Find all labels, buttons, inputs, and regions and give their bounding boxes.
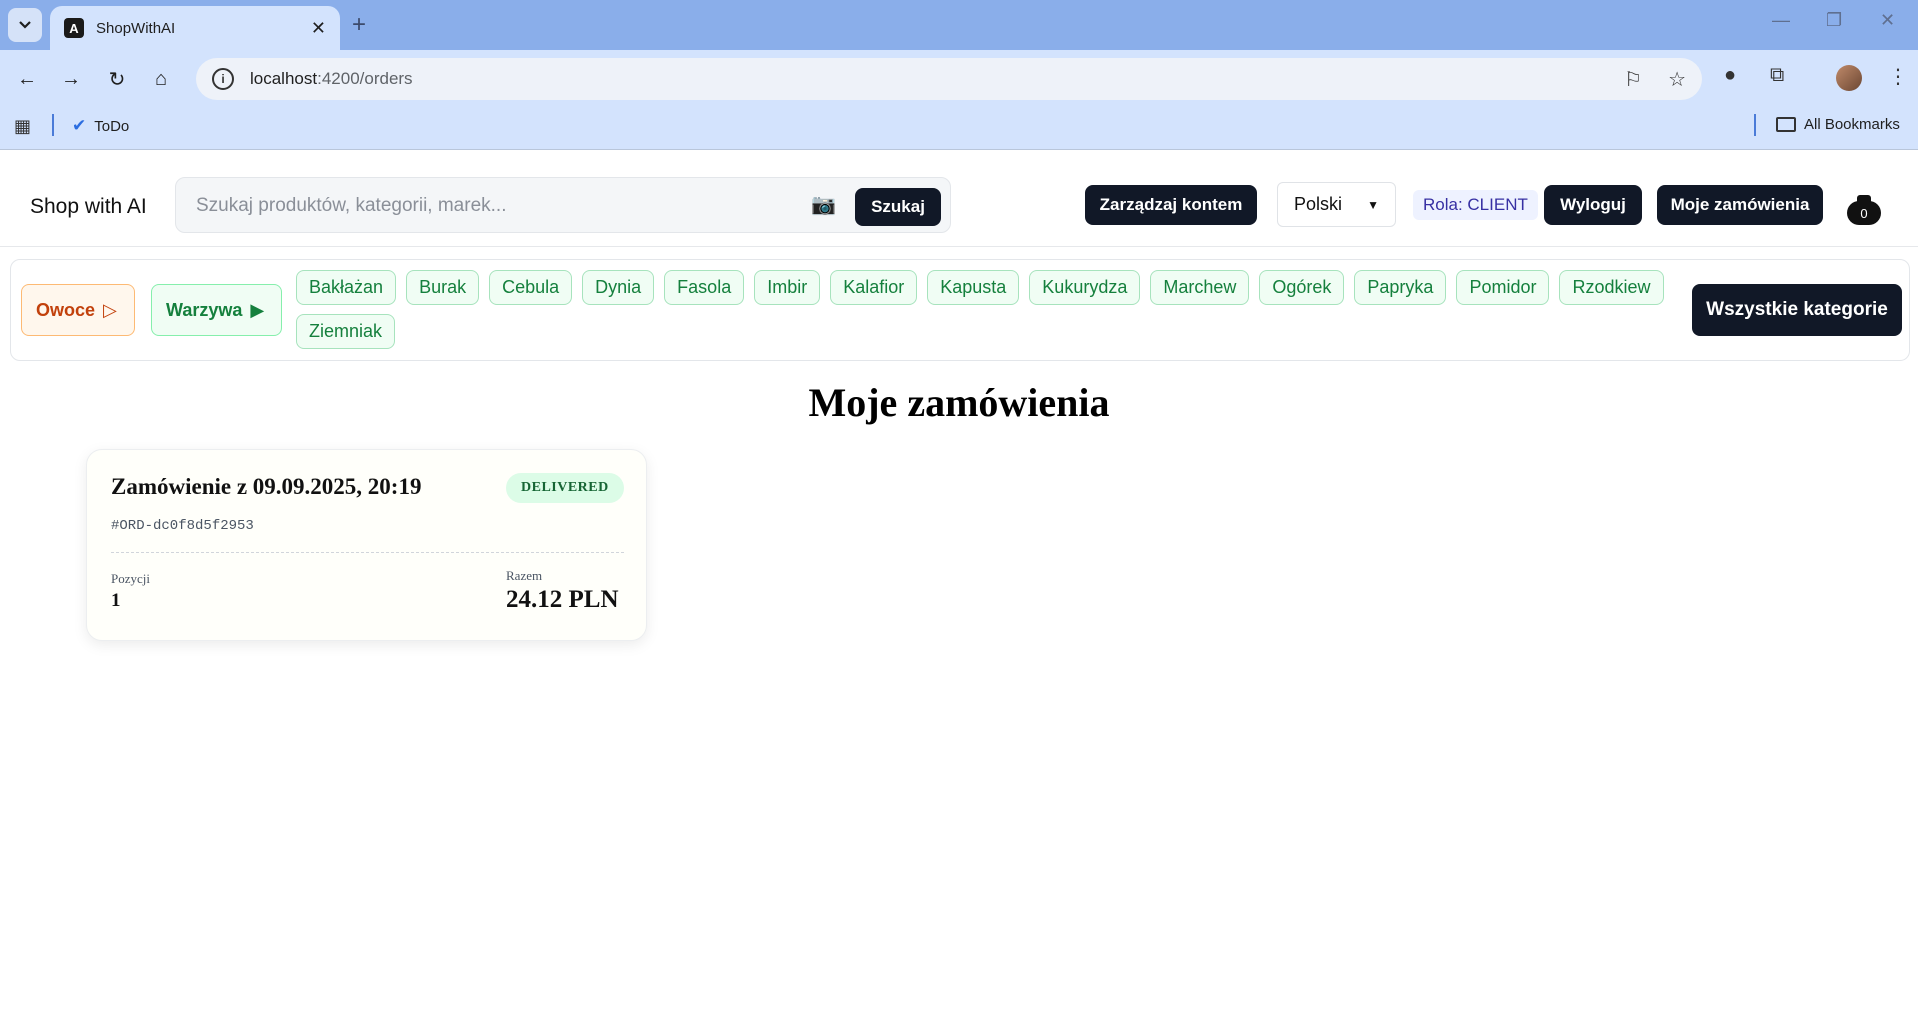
check-icon: ✔ — [72, 116, 87, 135]
category-owoce[interactable]: Owoce ▷ — [21, 284, 135, 336]
play-icon: ▶ — [250, 299, 265, 320]
cart-count-badge: 0 — [1847, 201, 1881, 225]
total-value: 24.12 PLN — [506, 586, 619, 613]
window-close-icon[interactable]: ✕ — [1880, 10, 1895, 31]
chevron-down-icon — [19, 21, 31, 29]
search-bar: 📷 Szukaj — [175, 177, 951, 233]
divider — [111, 552, 624, 553]
subcategory-chip[interactable]: Papryka — [1354, 270, 1447, 305]
all-bookmarks[interactable]: All Bookmarks — [1776, 116, 1900, 133]
items-value: 1 — [111, 590, 121, 611]
order-card[interactable]: Zamówienie z 09.09.2025, 20:19 DELIVERED… — [86, 449, 647, 641]
brand-logo[interactable]: Shop with AI — [30, 195, 147, 219]
subcategory-chip[interactable]: Kukurydza — [1029, 270, 1141, 305]
page: Shop with AI 📷 Szukaj Zarządzaj kontem P… — [0, 151, 1918, 1017]
angular-icon: A — [64, 18, 84, 38]
my-orders-button[interactable]: Moje zamówienia — [1657, 185, 1823, 225]
restore-icon[interactable]: ❐ — [1826, 10, 1842, 31]
translate-icon[interactable]: ⚐ — [1624, 67, 1642, 92]
category-label: Owoce — [36, 299, 96, 320]
tab-title: ShopWithAI — [96, 19, 176, 37]
category-label: Warzywa — [166, 299, 243, 320]
subcategory-chip[interactable]: Dynia — [582, 270, 655, 305]
caret-down-icon: ▼ — [1367, 197, 1379, 212]
manage-account-button[interactable]: Zarządzaj kontem — [1085, 185, 1257, 225]
order-id: #ORD-dc0f8d5f2953 — [111, 518, 254, 534]
subcategory-chip[interactable]: Ziemniak — [296, 314, 396, 349]
home-icon[interactable]: ⌂ — [146, 64, 176, 94]
menu-icon[interactable]: ⋮ — [1888, 64, 1908, 89]
total-label: Razem — [506, 568, 543, 583]
subcategory-chip[interactable]: Imbir — [754, 270, 821, 305]
subcategory-chip[interactable]: Kalafior — [830, 270, 918, 305]
subcategory-chip[interactable]: Ogórek — [1259, 270, 1345, 305]
order-title: Zamówienie z 09.09.2025, 20:19 — [111, 474, 422, 499]
language-select[interactable]: Polski ▼ — [1277, 182, 1396, 227]
subcategory-chip[interactable]: Marchew — [1150, 270, 1250, 305]
bookmark-separator — [52, 114, 54, 136]
folder-icon — [1776, 117, 1796, 132]
category-warzywa[interactable]: Warzywa ▶ — [151, 284, 282, 336]
all-categories-button[interactable]: Wszystkie kategorie — [1692, 284, 1902, 336]
items-label: Pozycji — [111, 571, 150, 586]
address-bar[interactable]: i localhost:4200/orders ⚐ ☆ — [196, 58, 1702, 100]
language-value: Polski — [1294, 194, 1343, 214]
apps-grid-icon[interactable]: ▦ — [14, 116, 31, 137]
bookmark-separator — [1754, 114, 1756, 136]
site-info-icon[interactable]: i — [212, 68, 234, 90]
subcategory-chip[interactable]: Burak — [406, 270, 480, 305]
minimize-icon[interactable]: — — [1772, 10, 1790, 31]
category-bar: Owoce ▷ Warzywa ▶ Bakłażan Burak Cebula … — [10, 259, 1910, 361]
logout-button[interactable]: Wyloguj — [1544, 185, 1642, 225]
subcategory-chip[interactable]: Rzodkiew — [1559, 270, 1664, 305]
profile-avatar[interactable] — [1836, 65, 1862, 91]
bookmark-todo[interactable]: ✔ ToDo — [72, 116, 129, 136]
extensions-icon[interactable]: ⧉ — [1770, 64, 1784, 87]
subcategory-chip[interactable]: Cebula — [489, 270, 573, 305]
new-tab-icon[interactable]: + — [352, 11, 366, 39]
subcategory-chip[interactable]: Kapusta — [927, 270, 1020, 305]
bookmark-label: ToDo — [94, 117, 130, 135]
role-badge: Rola: CLIENT — [1413, 190, 1538, 220]
page-title: Moje zamówienia — [808, 380, 1110, 425]
extension-planet-icon[interactable]: ● — [1724, 64, 1736, 87]
star-icon[interactable]: ☆ — [1668, 67, 1686, 92]
url-text: localhost:4200/orders — [250, 69, 413, 88]
close-icon[interactable]: ✕ — [311, 18, 326, 39]
play-outline-icon: ▷ — [103, 299, 117, 320]
camera-icon[interactable]: 📷 — [811, 192, 836, 217]
status-badge: DELIVERED — [506, 473, 624, 503]
back-icon[interactable]: ← — [12, 64, 42, 94]
site-header: Shop with AI 📷 Szukaj Zarządzaj kontem P… — [0, 151, 1918, 247]
all-bookmarks-label: All Bookmarks — [1804, 116, 1900, 133]
reload-icon[interactable]: ↻ — [102, 64, 132, 94]
subcategory-chip[interactable]: Fasola — [664, 270, 745, 305]
browser-tab[interactable]: A ShopWithAI ✕ — [50, 6, 340, 50]
forward-icon[interactable]: → — [56, 64, 86, 94]
cart-button[interactable]: 0 — [1847, 195, 1881, 225]
tab-search-button[interactable] — [8, 8, 42, 42]
subcategory-chip[interactable]: Pomidor — [1456, 270, 1550, 305]
subcategory-list: Bakłażan Burak Cebula Dynia Fasola Imbir… — [296, 270, 1696, 349]
subcategory-chip[interactable]: Bakłażan — [296, 270, 397, 305]
search-input[interactable] — [196, 191, 786, 221]
browser-tabstrip: A ShopWithAI ✕ + — ❐ ✕ — [0, 0, 1918, 50]
search-button[interactable]: Szukaj — [855, 188, 941, 226]
